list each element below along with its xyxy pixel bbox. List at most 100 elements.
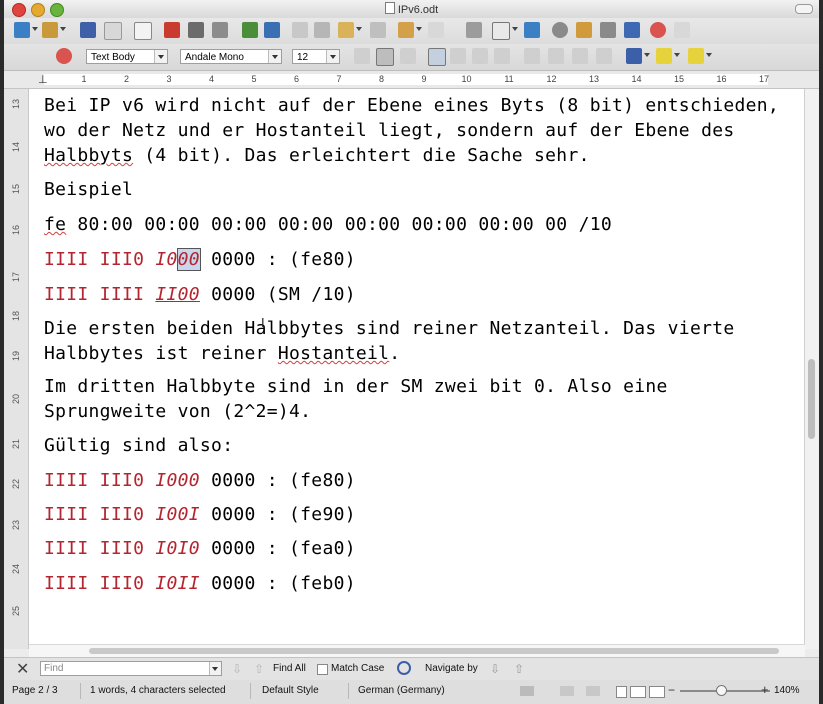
ruler-mark: 3 [166,74,172,84]
cut-icon[interactable] [292,22,308,38]
vertical-ruler-mark: 14 [11,142,21,153]
increase-indent-icon[interactable] [596,48,612,64]
find-input[interactable]: Find [40,661,222,676]
multi-page-view-icon[interactable] [630,686,646,698]
ruler-mark: 10 [461,74,472,84]
highlight-icon[interactable] [656,48,672,64]
clone-formatting-icon[interactable] [370,22,386,38]
image-icon[interactable] [524,22,540,38]
binary-line: IIII III0 I0I0 0000 : (fea0) [44,538,356,559]
ruler-mark: 15 [673,74,684,84]
export-pdf-icon[interactable] [164,22,180,38]
navigate-up-icon[interactable]: ⇧ [514,662,524,676]
chevron-down-icon[interactable] [268,50,281,63]
vertical-scrollbar[interactable] [804,89,819,649]
open-folder-icon[interactable] [42,22,58,38]
vertical-ruler-mark: 22 [11,479,21,490]
close-find-icon[interactable]: ✕ [16,659,29,679]
single-page-view-icon[interactable] [616,686,627,698]
font-color-dropdown-icon[interactable] [644,53,650,57]
text-cursor-icon: I [261,315,265,330]
print-icon[interactable] [188,22,204,38]
horizontal-scrollbar[interactable] [29,644,805,657]
paste-dropdown-icon[interactable] [356,27,362,31]
navigate-down-icon[interactable]: ⇩ [490,662,500,676]
zoom-level[interactable]: 140% [774,685,800,696]
paragraph-style-select[interactable]: Text Body [86,49,168,64]
ruler-text-area [44,74,768,85]
decrease-indent-icon[interactable] [572,48,588,64]
horizontal-ruler[interactable]: ⊥ 1 2 3 4 5 6 7 8 9 10 11 12 13 14 15 16 17 [4,71,819,89]
chart-icon[interactable] [552,22,568,38]
insert-frame-icon[interactable] [576,22,592,38]
word-count[interactable]: 1 words, 4 characters selected [90,685,226,696]
spellcheck-icon[interactable] [242,22,258,38]
table-dropdown-icon[interactable] [512,27,518,31]
font-size-select[interactable]: 12 [292,49,340,64]
find-replace-icon[interactable] [397,661,411,675]
autospellcheck-icon[interactable] [264,22,280,38]
bullets-icon[interactable] [548,48,564,64]
chevron-down-icon[interactable] [326,50,339,63]
bold-icon[interactable] [354,48,370,64]
book-view-icon[interactable] [649,686,665,698]
undo-dropdown-icon[interactable] [416,27,422,31]
help-icon[interactable] [650,22,666,38]
text-selection[interactable]: 00 [176,248,201,271]
background-color-icon[interactable] [688,48,704,64]
font-name-select[interactable]: Andale Mono [180,49,282,64]
find-toolbar: ✕ Find ⇩ ⇧ Find All Match Case Navigate … [4,657,819,681]
vertical-scroll-thumb[interactable] [808,359,815,439]
document-page[interactable]: Bei IP v6 wird nicht auf der Ebene eines… [29,89,805,644]
digital-signature-icon[interactable] [586,686,600,696]
edit-mode-icon[interactable] [134,22,152,40]
find-previous-icon[interactable]: ⇩ [232,662,242,676]
ruler-mark: 2 [123,74,129,84]
email-icon[interactable] [104,22,122,40]
ruler-mark: 8 [378,74,384,84]
align-left-icon[interactable] [428,48,446,66]
hyperlink-icon[interactable] [466,22,482,38]
justify-icon[interactable] [494,48,510,64]
highlight-dropdown-icon[interactable] [674,53,680,57]
save-icon[interactable] [80,22,96,38]
open-dropdown-icon[interactable] [60,27,66,31]
font-color-icon[interactable] [626,48,642,64]
text-line: Beispiel [44,179,134,200]
table-icon[interactable] [492,22,510,40]
zoom-in-icon[interactable]: + [761,682,769,697]
chevron-down-icon[interactable] [154,50,167,63]
toolbar-toggle-button[interactable] [795,4,813,14]
paste-icon[interactable] [338,22,354,38]
background-dropdown-icon[interactable] [706,53,712,57]
zoom-slider-knob[interactable] [716,685,727,696]
chevron-down-icon[interactable] [209,662,221,675]
print-preview-icon[interactable] [212,22,228,38]
whats-this-icon[interactable] [674,22,690,38]
insert-mode-icon[interactable] [520,686,534,696]
zoom-out-icon[interactable]: − [668,683,675,697]
redo-icon[interactable] [428,22,444,38]
page-indicator[interactable]: Page 2 / 3 [12,685,58,696]
text-line: Im dritten Halbbyte sind in der SM zwei … [44,376,668,397]
new-document-icon[interactable] [14,22,30,38]
find-all-button[interactable]: Find All [273,663,306,674]
formatting-marks-icon[interactable] [624,22,640,38]
new-dropdown-icon[interactable] [32,27,38,31]
align-right-icon[interactable] [472,48,488,64]
undo-icon[interactable] [398,22,414,38]
find-next-icon[interactable]: ⇧ [254,662,264,676]
underline-icon[interactable] [400,48,416,64]
match-case-checkbox[interactable] [317,664,328,675]
align-center-icon[interactable] [450,48,466,64]
copy-icon[interactable] [314,22,330,38]
horizontal-scroll-thumb[interactable] [89,648,779,654]
styles-icon[interactable] [56,48,72,64]
language[interactable]: German (Germany) [358,685,445,696]
navigator-icon[interactable] [600,22,616,38]
tab-stop-icon[interactable]: ⊥ [38,73,48,86]
selection-mode-icon[interactable] [560,686,574,696]
page-style[interactable]: Default Style [262,685,319,696]
italic-icon[interactable] [376,48,394,66]
numbering-icon[interactable] [524,48,540,64]
